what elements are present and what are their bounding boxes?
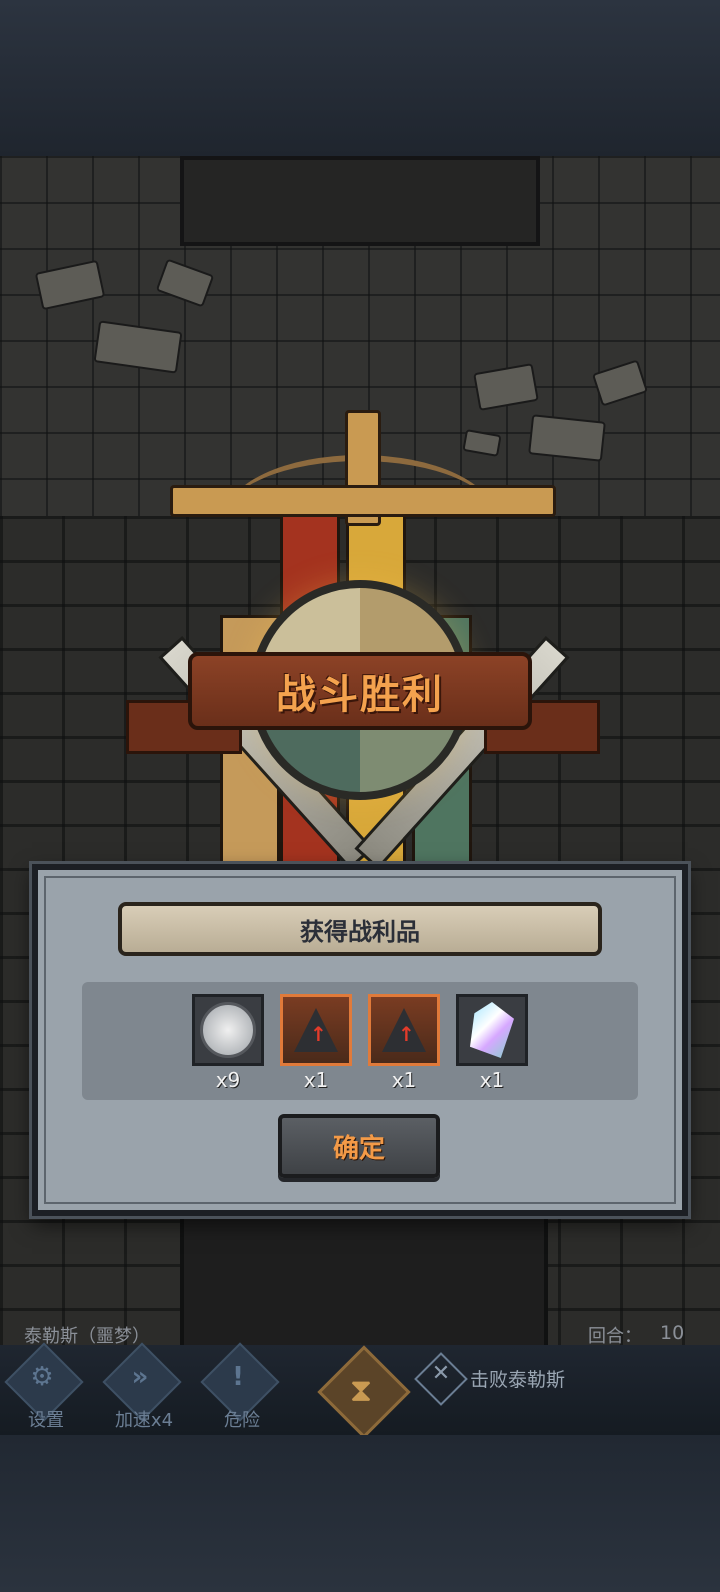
silver-coin-icon bbox=[192, 994, 264, 1066]
victory-ribbon: 战斗胜利 bbox=[188, 652, 532, 730]
fast-forward-icon: » bbox=[131, 1362, 149, 1392]
confirm-button[interactable]: 确定 bbox=[278, 1114, 440, 1178]
round-counter: 10 bbox=[660, 1322, 685, 1344]
exclamation-icon: ! bbox=[232, 1362, 244, 1392]
danger-button[interactable]: ! 危险 bbox=[198, 1342, 282, 1434]
reward-count: x9 bbox=[215, 1068, 241, 1092]
dark-shard-icon: ↑ bbox=[368, 994, 440, 1066]
top-bar bbox=[0, 0, 720, 156]
rewards-panel: 获得战利品 x9 ↑ x1 ↑ x1 x1 确定 bbox=[32, 864, 688, 1216]
reward-count: x1 bbox=[479, 1068, 505, 1092]
speed-label: 加速x4 bbox=[114, 1410, 174, 1431]
victory-emblem: 战斗胜利 bbox=[120, 400, 600, 875]
reward-item[interactable]: ↑ x1 bbox=[368, 994, 440, 1092]
confirm-label: 确定 bbox=[332, 1133, 385, 1164]
bottom-bar bbox=[0, 1435, 720, 1592]
reward-item[interactable]: ↑ x1 bbox=[280, 994, 352, 1092]
reward-count: x1 bbox=[391, 1068, 417, 1092]
rewards-header-text: 获得战利品 bbox=[300, 917, 420, 946]
reward-count: x1 bbox=[303, 1068, 329, 1092]
rainbow-crystal-icon bbox=[456, 994, 528, 1066]
settings-label: 设置 bbox=[28, 1410, 64, 1431]
danger-label: 危险 bbox=[224, 1410, 260, 1431]
end-turn-button[interactable]: ⧗ bbox=[315, 1345, 411, 1439]
hourglass-icon: ⧗ bbox=[349, 1371, 373, 1409]
speed-button[interactable]: » 加速x4 bbox=[100, 1342, 184, 1434]
crossed-swords-icon: ✕ bbox=[431, 1361, 451, 1386]
objective-text: 击败泰勒斯 bbox=[470, 1369, 566, 1391]
victory-title: 战斗胜利 bbox=[276, 672, 444, 718]
dark-shard-icon: ↑ bbox=[280, 994, 352, 1066]
reward-item[interactable]: x9 bbox=[192, 994, 264, 1092]
reward-list: x9 ↑ x1 ↑ x1 x1 bbox=[82, 982, 638, 1100]
settings-button[interactable]: ⚙ 设置 bbox=[2, 1342, 86, 1434]
emblem-crossbar bbox=[170, 485, 556, 517]
rewards-header: 获得战利品 bbox=[118, 902, 602, 956]
reward-item[interactable]: x1 bbox=[456, 994, 528, 1092]
gear-icon: ⚙ bbox=[30, 1362, 54, 1392]
